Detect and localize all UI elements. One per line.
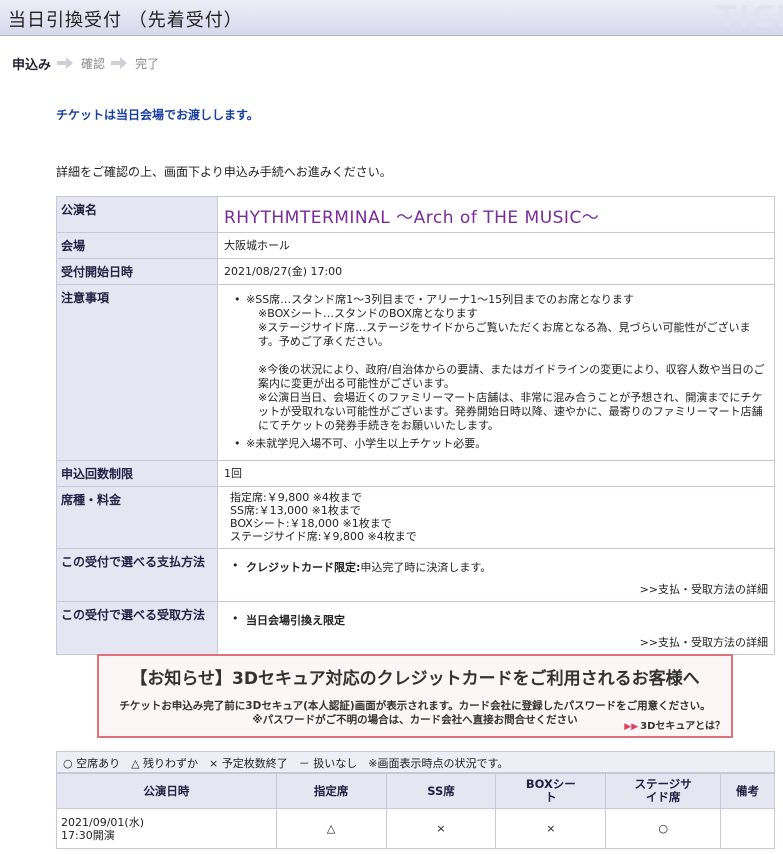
performance-datetime: 2021/09/01(水) 17:30開演 xyxy=(56,808,277,849)
title-bar: 当日引換受付 （先着受付） TICI xyxy=(0,0,783,36)
price-label: 席種・料金 xyxy=(56,486,218,549)
price-item: 指定席:￥9,800 ※4枚まで xyxy=(230,491,362,504)
step-arrow-icon xyxy=(57,57,75,69)
step-confirm: 確認 xyxy=(81,56,106,71)
3d-secure-banner[interactable]: 【お知らせ】3Dセキュア対応のクレジットカードをご利用されるお客様へ チケットお… xyxy=(97,654,733,738)
receive-detail-link[interactable]: >>支払・受取方法の詳細 xyxy=(224,634,768,650)
notes-label: 注意事項 xyxy=(56,284,218,461)
limit-value: 1回 xyxy=(217,460,775,487)
performance-name: RHYTHMTERMINAL ～Arch of THE MUSIC～ xyxy=(224,208,600,228)
intro-text: 詳細をご確認の上、画面下より申込み手続へお進みください。 xyxy=(56,165,392,179)
payment-method: クレジットカード限定:申込完了時に決済します。 xyxy=(224,559,768,575)
receive-method: 当日会場引換え限定 xyxy=(224,612,768,628)
price-item: BOXシート:￥18,000 ※1枚まで xyxy=(230,517,392,530)
limit-label: 申込回数制限 xyxy=(56,460,218,487)
status-stage-side: ○ xyxy=(605,808,722,849)
receive-label: この受付で選べる受取方法 xyxy=(56,601,218,655)
page-title: 当日引換受付 （先着受付） xyxy=(8,10,243,31)
header-box: BOXシート xyxy=(495,773,607,809)
header-stage-side: ステージサ イド席 xyxy=(605,773,722,809)
payment-label: この受付で選べる支払方法 xyxy=(56,548,218,602)
status-reserved: △ xyxy=(275,808,387,849)
start-value: 2021/08/27(金) 17:00 xyxy=(217,258,775,285)
header-ss: SS席 xyxy=(385,773,497,809)
progress-steps: 申込み 確認 完了 xyxy=(12,53,159,73)
step-complete: 完了 xyxy=(135,56,160,71)
logo-watermark: TICI xyxy=(716,0,783,35)
venue-label: 会場 xyxy=(56,232,218,259)
status-remarks xyxy=(720,808,775,849)
price-item: ステージサイド席:￥9,800 ※4枚まで xyxy=(230,530,417,543)
status-box: × xyxy=(495,808,607,849)
double-arrow-icon: ▶▶ xyxy=(624,722,639,732)
availability-table: 公演日時 指定席 SS席 BOXシート ステージサ イド席 備考 2021/09/… xyxy=(56,773,775,849)
3d-secure-link[interactable]: ▶▶ 3Dセキュアとは？ xyxy=(624,717,725,732)
price-item: SS席:￥13,000 ※1枚まで xyxy=(230,504,361,517)
performance-label: 公演名 xyxy=(56,196,218,233)
availability-legend: ○ 空席あり △ 残りわずか × 予定枚数終了 － 扱いなし ※画面表示時点の状… xyxy=(56,751,775,773)
status-ss: × xyxy=(385,808,497,849)
payment-detail-link[interactable]: >>支払・受取方法の詳細 xyxy=(224,581,768,597)
banner-line1: チケットお申込み完了前に3Dセキュア(本人認証)画面が表示されます。カード会社に… xyxy=(119,700,711,712)
notes-cell: ※SS席…スタンド席1～3列目まで・アリーナ1～15列目までのお席となります ※… xyxy=(217,284,775,461)
header-date: 公演日時 xyxy=(56,773,277,809)
price-list: 指定席:￥9,800 ※4枚まで SS席:￥13,000 ※1枚まで BOXシー… xyxy=(217,486,775,549)
table-row: 2021/09/01(水) 17:30開演 △ × × ○ xyxy=(56,808,775,849)
banner-title: 【お知らせ】3Dセキュア対応のクレジットカードをご利用されるお客様へ xyxy=(130,669,700,689)
notes-item: ※SS席…スタンド席1～3列目まで・アリーナ1～15列目までのお席となります ※… xyxy=(232,293,768,433)
header-remarks: 備考 xyxy=(720,773,775,809)
notes-item: ※未就学児入場不可、小学生以上チケット必要。 xyxy=(232,437,768,451)
step-apply: 申込み xyxy=(12,57,52,73)
event-info-table: 公演名 RHYTHMTERMINAL ～Arch of THE MUSIC～ 会… xyxy=(56,196,775,655)
ticket-notice: チケットは当日会場でお渡しします。 xyxy=(56,108,259,122)
venue-value: 大阪城ホール xyxy=(217,232,775,259)
step-arrow-icon xyxy=(111,57,129,69)
header-reserved: 指定席 xyxy=(275,773,387,809)
start-label: 受付開始日時 xyxy=(56,258,218,285)
